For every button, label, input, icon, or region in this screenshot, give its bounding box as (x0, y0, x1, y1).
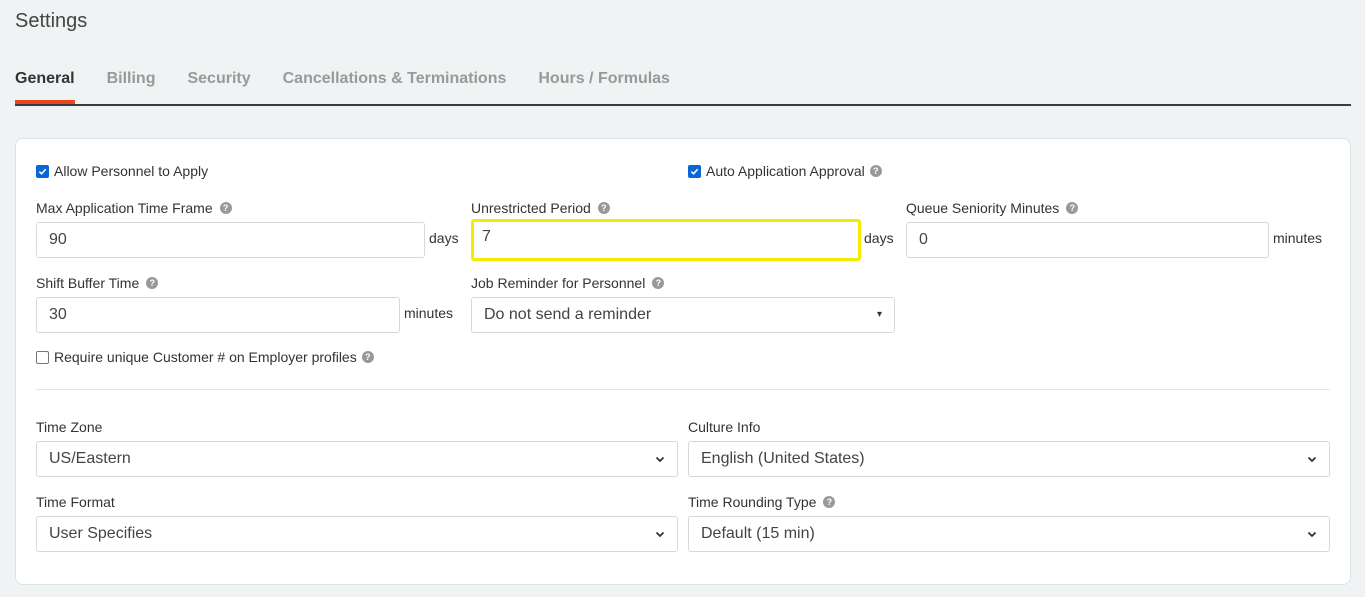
caret-down-icon: ▾ (876, 309, 882, 320)
max-app-time-label-row: Max Application Time Frame ? (36, 200, 232, 216)
culture-info-select[interactable]: English (United States) (688, 441, 1330, 477)
help-icon[interactable]: ? (652, 277, 665, 289)
unrestricted-period-label-row: Unrestricted Period ? (471, 200, 610, 216)
queue-seniority-suffix: minutes (1273, 230, 1323, 246)
allow-personnel-label: Allow Personnel to Apply (54, 163, 209, 179)
unrestricted-period-suffix: days (864, 230, 894, 246)
max-app-time-label: Max Application Time Frame (36, 200, 213, 216)
allow-personnel-row[interactable]: Allow Personnel to Apply (36, 163, 208, 179)
time-rounding-label-row: Time Rounding Type ? (688, 494, 836, 510)
queue-seniority-label: Queue Seniority Minutes (906, 200, 1060, 216)
job-reminder-label-row: Job Reminder for Personnel ? (471, 275, 665, 291)
time-format-select[interactable]: User Specifies (36, 516, 678, 552)
tab-general[interactable]: General (15, 60, 75, 104)
culture-info-value: English (United States) (701, 450, 865, 467)
tab-cancellations-terminations[interactable]: Cancellations & Terminations (283, 60, 507, 104)
queue-seniority-input[interactable]: 0 (906, 222, 1269, 258)
auto-approval-label: Auto Application Approval (706, 163, 865, 179)
tab-hours-formulas[interactable]: Hours / Formulas (538, 60, 670, 104)
unrestricted-period-label: Unrestricted Period (471, 200, 591, 216)
job-reminder-label: Job Reminder for Personnel (471, 275, 646, 291)
auto-approval-row[interactable]: Auto Application Approval ? (688, 163, 882, 179)
help-icon[interactable]: ? (146, 277, 159, 289)
time-zone-select[interactable]: US/Eastern (36, 441, 678, 477)
page-title: Settings (15, 10, 88, 32)
chevron-down-icon (1307, 456, 1317, 463)
time-zone-value: US/Eastern (49, 450, 131, 467)
auto-approval-checkbox[interactable] (688, 164, 701, 178)
shift-buffer-label-row: Shift Buffer Time ? (36, 275, 159, 291)
shift-buffer-label: Shift Buffer Time (36, 275, 140, 291)
allow-personnel-checkbox[interactable] (36, 164, 49, 178)
job-reminder-value: Do not send a reminder (484, 306, 652, 323)
help-icon[interactable]: ? (869, 165, 882, 177)
help-icon[interactable]: ? (361, 351, 374, 363)
time-rounding-label: Time Rounding Type (688, 494, 817, 510)
chevron-down-icon (1307, 531, 1317, 538)
queue-seniority-label-row: Queue Seniority Minutes ? (906, 200, 1079, 216)
unique-customer-row[interactable]: Require unique Customer # on Employer pr… (36, 349, 374, 365)
time-format-label: Time Format (36, 494, 115, 510)
unrestricted-period-input[interactable]: 7 (471, 219, 861, 261)
max-app-time-input[interactable]: 90 (36, 222, 425, 258)
max-app-time-suffix: days (429, 230, 459, 246)
help-icon[interactable]: ? (219, 202, 232, 214)
help-icon[interactable]: ? (823, 496, 836, 508)
general-settings-panel: Allow Personnel to Apply Auto Applicatio… (15, 138, 1351, 585)
job-reminder-select[interactable]: Do not send a reminder ▾ (471, 297, 895, 333)
shift-buffer-input[interactable]: 30 (36, 297, 400, 333)
culture-info-label: Culture Info (688, 419, 761, 435)
time-zone-label: Time Zone (36, 419, 103, 435)
help-icon[interactable]: ? (1066, 202, 1079, 214)
tab-billing[interactable]: Billing (107, 60, 156, 104)
time-rounding-value: Default (15 min) (701, 525, 815, 542)
tab-security[interactable]: Security (187, 60, 250, 104)
chevron-down-icon (655, 456, 665, 463)
time-rounding-select[interactable]: Default (15 min) (688, 516, 1330, 552)
unique-customer-label: Require unique Customer # on Employer pr… (54, 349, 357, 365)
settings-tabs: General Billing Security Cancellations &… (15, 60, 1351, 106)
section-divider (36, 389, 1330, 390)
time-format-value: User Specifies (49, 525, 153, 542)
chevron-down-icon (655, 531, 665, 538)
help-icon[interactable]: ? (597, 202, 610, 214)
shift-buffer-suffix: minutes (404, 305, 454, 321)
unique-customer-checkbox[interactable] (36, 350, 49, 364)
